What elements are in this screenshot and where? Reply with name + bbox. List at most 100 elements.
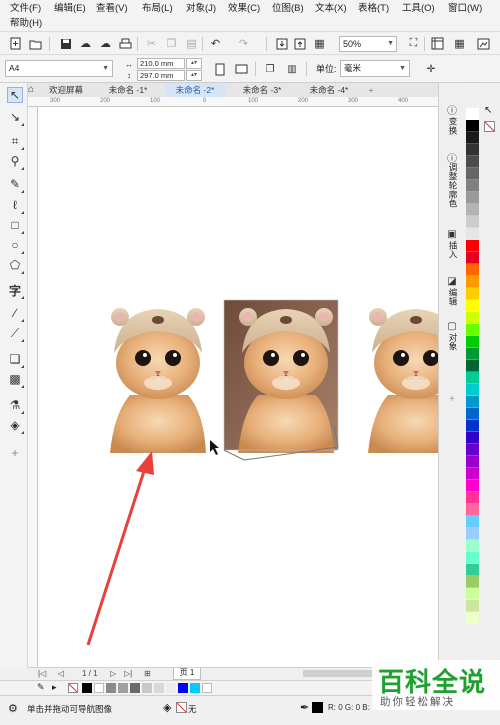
rectangle-tool-icon[interactable]: □ [7, 217, 24, 234]
menu-tools[interactable]: 工具(O) [402, 3, 435, 15]
palette-swatch[interactable] [466, 600, 479, 612]
crop-tool-icon[interactable]: ⌗ [7, 133, 24, 150]
color-swatch[interactable] [178, 683, 188, 693]
palette-swatch[interactable] [466, 348, 479, 360]
page-tab[interactable]: 页 1 [173, 668, 201, 680]
color-swatch[interactable] [142, 683, 152, 693]
fill-icon[interactable]: ◈ [163, 701, 171, 714]
edit-icon[interactable]: ◪ [446, 275, 458, 287]
cat-image-1[interactable] [109, 307, 207, 454]
tab-untitled-2[interactable]: 未命名 -2* [165, 83, 225, 97]
color-swatch[interactable] [118, 683, 128, 693]
cloud-upload-icon[interactable]: ☁ [78, 36, 93, 51]
color-swatch[interactable] [130, 683, 140, 693]
palette-swatch[interactable] [466, 228, 479, 240]
palette-swatch[interactable] [466, 588, 479, 600]
add-tool-icon[interactable]: + [7, 445, 23, 461]
pick-tool-icon[interactable]: ↖ [7, 87, 23, 103]
nudge-icon[interactable]: ✛ [424, 62, 438, 76]
palette-swatch[interactable] [466, 264, 479, 276]
paste-icon[interactable]: ▤ [184, 36, 199, 51]
drawing-canvas[interactable] [38, 107, 438, 667]
menu-layout[interactable]: 布局(L) [142, 3, 173, 15]
interactive-fill-icon[interactable]: ◈ [7, 417, 24, 434]
color-swatch[interactable] [82, 683, 92, 693]
page-size-select[interactable]: A4 ▼ [5, 60, 113, 77]
menu-window[interactable]: 窗口(W) [448, 3, 482, 15]
palette-swatch[interactable] [466, 564, 479, 576]
docker-tab-edit[interactable]: 编辑 [447, 288, 459, 306]
menu-effects[interactable]: 效果(C) [228, 3, 260, 15]
palette-swatch[interactable] [466, 300, 479, 312]
info-icon[interactable]: ⓘ [446, 103, 458, 117]
menu-view[interactable]: 查看(V) [96, 3, 128, 15]
palette-pick-icon[interactable]: ↖ [484, 105, 492, 116]
palette-swatch[interactable] [466, 504, 479, 516]
current-page-icon[interactable]: ▥ [285, 62, 299, 76]
menu-edit[interactable]: 编辑(E) [54, 3, 86, 15]
palette-swatch[interactable] [466, 192, 479, 204]
palette-swatch[interactable] [466, 252, 479, 264]
show-rulers-icon[interactable] [430, 36, 445, 51]
new-tab-icon[interactable]: + [364, 83, 378, 97]
transparency-icon[interactable]: ▩ [7, 371, 24, 388]
docker-tab-insert[interactable]: 插入 [447, 241, 459, 259]
artistic-media-icon[interactable]: ℓ [7, 197, 24, 214]
palette-swatch[interactable] [466, 312, 479, 324]
redo-icon[interactable]: ↷ [236, 36, 251, 51]
palette-swatch[interactable] [466, 612, 479, 624]
save-icon[interactable] [58, 36, 73, 51]
palette-swatch[interactable] [466, 384, 479, 396]
bitmap-icon[interactable]: ▢ [446, 320, 458, 332]
palette-swatch[interactable] [466, 144, 479, 156]
cat-image-3[interactable] [367, 307, 438, 454]
landscape-icon[interactable] [234, 62, 248, 76]
width-stepper[interactable]: ▴▾ [186, 58, 202, 69]
drop-shadow-icon[interactable]: ❏ [7, 351, 24, 368]
eyedropper-icon[interactable]: ✎ [37, 682, 45, 693]
polygon-tool-icon[interactable]: ⬠ [7, 257, 24, 274]
tab-untitled-4[interactable]: 未命名 -4* [299, 83, 359, 97]
palette-swatch[interactable] [466, 276, 479, 288]
palette-swatch[interactable] [466, 552, 479, 564]
export-icon[interactable] [292, 36, 307, 51]
zoom-tool-icon[interactable]: ⚲ [7, 153, 24, 170]
eyedropper-icon[interactable]: ⚗ [7, 397, 24, 414]
palette-swatch[interactable] [466, 624, 479, 636]
palette-swatch[interactable] [466, 408, 479, 420]
publish-pdf-icon[interactable]: ▦ [312, 36, 327, 51]
palette-swatch[interactable] [466, 132, 479, 144]
color-swatch[interactable] [202, 683, 212, 693]
next-page-icon[interactable]: ▷ [110, 669, 116, 678]
height-stepper[interactable]: ▴▾ [186, 70, 202, 81]
horizontal-ruler[interactable]: 300 200 100 0 100 200 300 400 [28, 97, 438, 107]
menu-help[interactable]: 帮助(H) [10, 18, 42, 30]
hints-icon[interactable]: ⓘ [446, 151, 458, 165]
menu-text[interactable]: 文本(X) [315, 3, 347, 15]
menu-file[interactable]: 文件(F) [10, 3, 41, 15]
color-swatch[interactable] [154, 683, 164, 693]
settings-icon[interactable]: ⚙ [8, 702, 18, 715]
cut-icon[interactable]: ✂ [144, 36, 159, 51]
import-icon[interactable] [274, 36, 289, 51]
menu-bitmap[interactable]: 位图(B) [272, 3, 304, 15]
prev-page-icon[interactable]: ◁ [58, 669, 64, 678]
tab-untitled-3[interactable]: 未命名 -3* [232, 83, 292, 97]
palette-swatch[interactable] [466, 420, 479, 432]
cat-image-2[interactable] [223, 299, 339, 461]
palette-swatch[interactable] [466, 372, 479, 384]
copy-icon[interactable]: ❐ [164, 36, 179, 51]
palette-swatch[interactable] [466, 396, 479, 408]
portrait-icon[interactable] [213, 62, 227, 76]
ellipse-tool-icon[interactable]: ○ [7, 237, 24, 254]
outline-pen-icon[interactable]: ✒ [300, 701, 309, 714]
palette-swatch[interactable] [466, 576, 479, 588]
tab-welcome[interactable]: 欢迎屏幕 [40, 83, 92, 97]
palette-swatch[interactable] [466, 528, 479, 540]
print-icon[interactable] [118, 36, 133, 51]
undo-icon[interactable]: ↶ [208, 36, 223, 51]
palette-swatch[interactable] [466, 480, 479, 492]
palette-swatch[interactable] [466, 468, 479, 480]
palette-swatch[interactable] [466, 324, 479, 336]
color-swatch[interactable] [94, 683, 104, 693]
